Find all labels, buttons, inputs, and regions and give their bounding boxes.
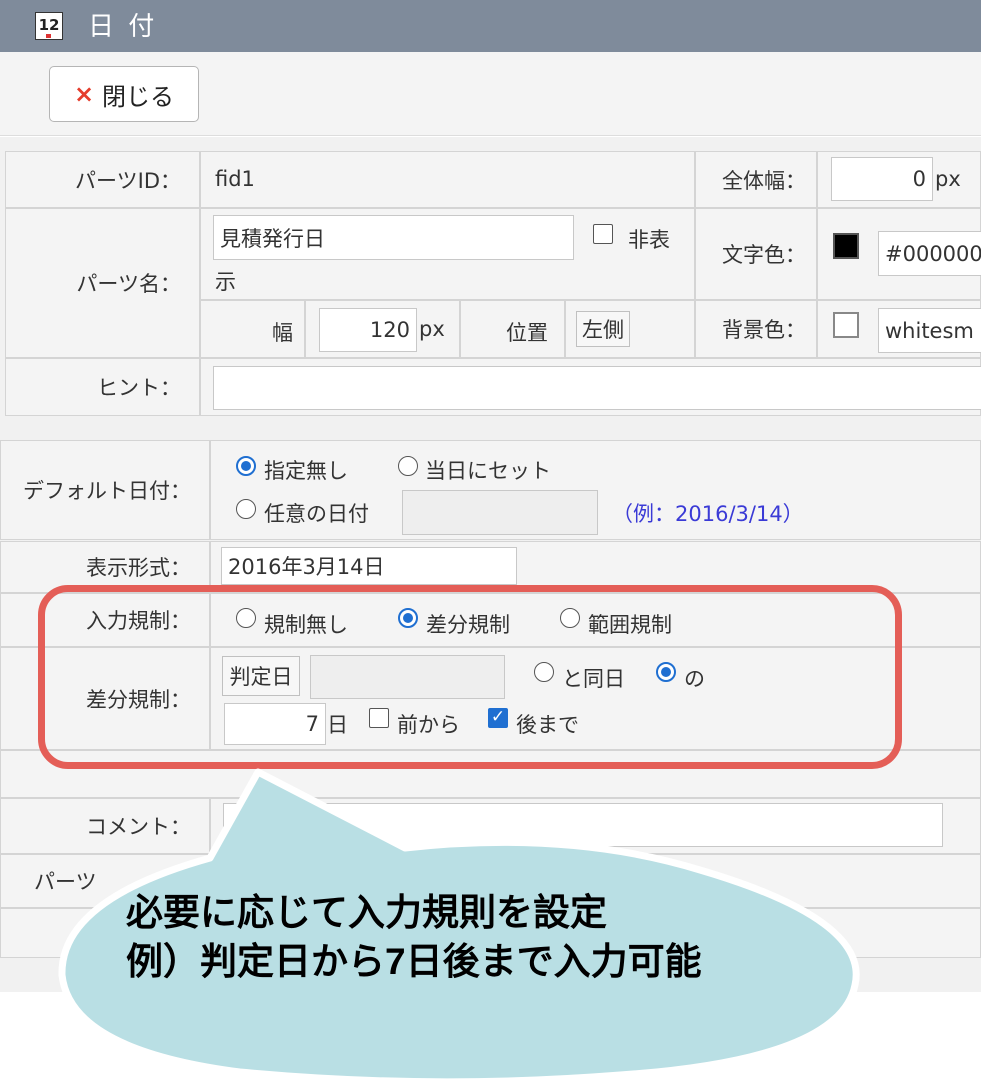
callout-bubble: 必要に応じて入力規則を設定 例）判定日から7日後まで入力可能	[58, 768, 860, 1086]
callout-line-2: 例）判定日から7日後まで入力可能	[126, 941, 702, 982]
callout-line-1: 必要に応じて入力規則を設定	[126, 892, 607, 933]
